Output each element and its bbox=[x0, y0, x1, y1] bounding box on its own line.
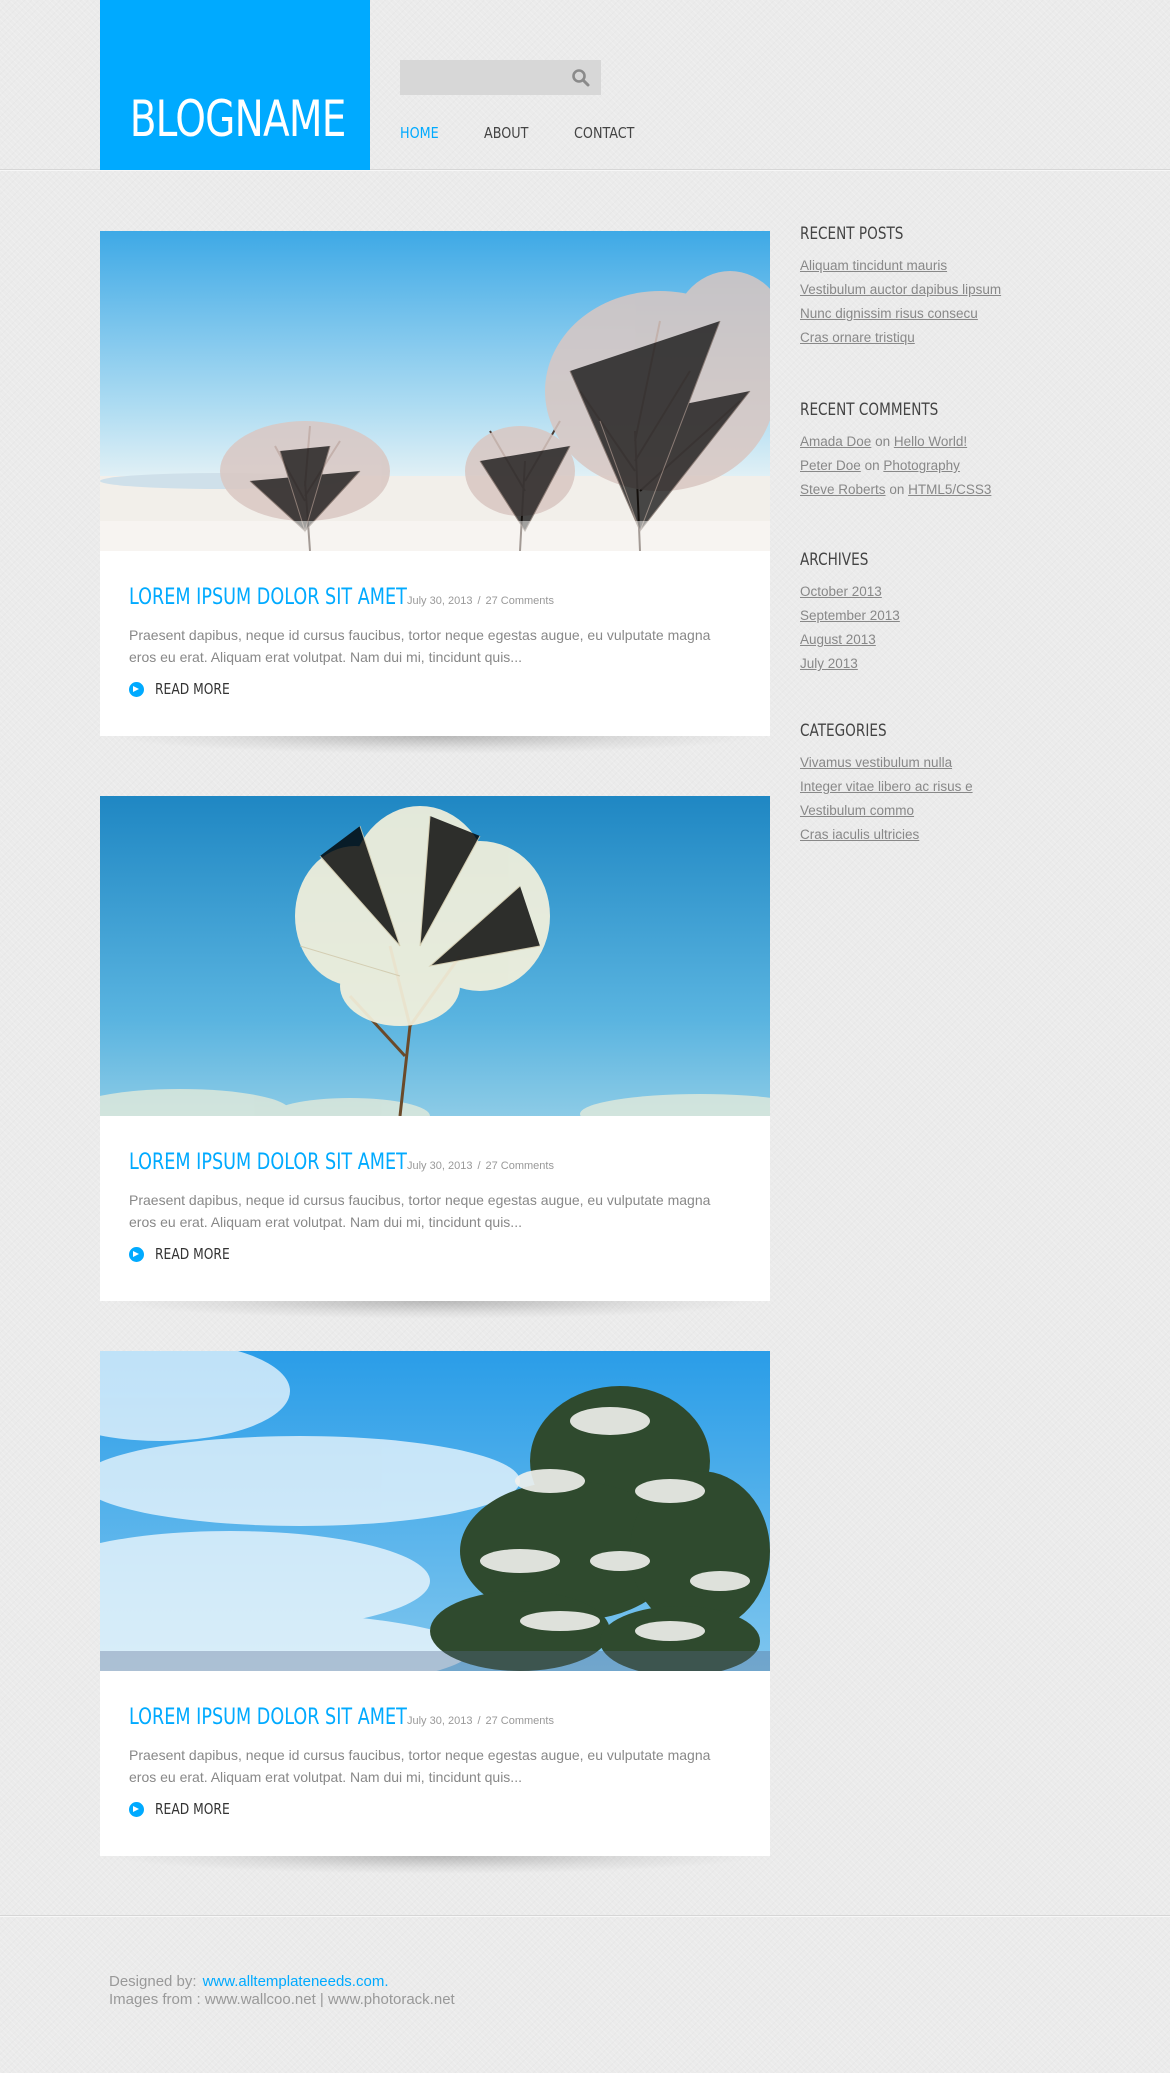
post-meta: July 30, 2013 / 27 Comments bbox=[407, 1160, 554, 1172]
post-excerpt: Praesent dapibus, neque id cursus faucib… bbox=[129, 1192, 711, 1230]
post-excerpt: Praesent dapibus, neque id cursus faucib… bbox=[129, 1747, 711, 1785]
post-body: LOREM IPSUM DOLOR SIT AMET July 30, 2013… bbox=[100, 551, 770, 736]
comment-author-link[interactable]: Peter Doe bbox=[800, 458, 861, 473]
comment-author-link[interactable]: Amada Doe bbox=[800, 434, 871, 449]
post-image[interactable] bbox=[100, 1351, 770, 1671]
post-card: LOREM IPSUM DOLOR SIT AMET July 30, 2013… bbox=[100, 231, 770, 736]
archive-link[interactable]: October 2013 bbox=[800, 584, 882, 599]
read-more-link[interactable]: READ MORE bbox=[129, 1245, 741, 1263]
category-link[interactable]: Vestibulum commo bbox=[800, 803, 914, 818]
post-image[interactable] bbox=[100, 796, 770, 1116]
recent-posts-widget: RECENT POSTS Aliquam tincidunt mauris Ve… bbox=[800, 224, 1100, 350]
logo[interactable]: BLOGNAME bbox=[100, 0, 370, 170]
meta-separator: / bbox=[477, 1715, 481, 1727]
post-title[interactable]: LOREM IPSUM DOLOR SIT AMET bbox=[129, 585, 407, 610]
categories-widget: CATEGORIES Vivamus vestibulum nulla Inte… bbox=[800, 721, 1100, 847]
archive-link[interactable]: August 2013 bbox=[800, 632, 876, 647]
post-excerpt: Praesent dapibus, neque id cursus faucib… bbox=[129, 627, 711, 665]
post-body: LOREM IPSUM DOLOR SIT AMET July 30, 2013… bbox=[100, 1671, 770, 1856]
comment-post-link[interactable]: Hello World! bbox=[894, 434, 967, 449]
logo-text: BLOGNAME bbox=[129, 90, 347, 148]
recent-post-link[interactable]: Cras ornare tristiqu bbox=[800, 330, 915, 345]
post-comments[interactable]: 27 Comments bbox=[486, 595, 554, 607]
post-body: LOREM IPSUM DOLOR SIT AMET July 30, 2013… bbox=[100, 1116, 770, 1301]
read-more-link[interactable]: READ MORE bbox=[129, 1800, 741, 1818]
post-title[interactable]: LOREM IPSUM DOLOR SIT AMET bbox=[129, 1705, 407, 1730]
site-header: BLOGNAME HOME ABOUT CONTACT bbox=[0, 0, 1170, 170]
site-footer: Designed by: www.alltemplateneeds.com. Im… bbox=[0, 1915, 1170, 2073]
comment-connector: on bbox=[864, 458, 880, 473]
post-meta: July 30, 2013 / 27 Comments bbox=[407, 1715, 554, 1727]
post-date: July 30, 2013 bbox=[407, 595, 473, 607]
post-meta: July 30, 2013 / 27 Comments bbox=[407, 595, 554, 607]
category-link[interactable]: Cras iaculis ultricies bbox=[800, 827, 919, 842]
post-shadow bbox=[110, 736, 760, 754]
comment-author-link[interactable]: Steve Roberts bbox=[800, 482, 886, 497]
nav-home[interactable]: HOME bbox=[400, 124, 439, 146]
designer-link[interactable]: www.alltemplateneeds.com. bbox=[203, 1973, 389, 1990]
read-more-label: READ MORE bbox=[155, 1245, 230, 1263]
arrow-circle-icon bbox=[129, 1801, 144, 1817]
footer-credits: Designed by: www.alltemplateneeds.com. bbox=[109, 1973, 388, 1990]
post-comments[interactable]: 27 Comments bbox=[486, 1715, 554, 1727]
post-comments[interactable]: 27 Comments bbox=[486, 1160, 554, 1172]
main-nav: HOME ABOUT CONTACT bbox=[400, 124, 683, 146]
footer-image-credits: Images from : www.wallcoo.net | www.phot… bbox=[109, 1991, 455, 2008]
meta-separator: / bbox=[477, 1160, 481, 1172]
archives-widget: ARCHIVES October 2013 September 2013 Aug… bbox=[800, 550, 1100, 676]
post-shadow bbox=[110, 1856, 760, 1874]
comment-post-link[interactable]: Photography bbox=[883, 458, 960, 473]
widget-title: RECENT COMMENTS bbox=[800, 400, 939, 420]
category-link[interactable]: Integer vitae libero ac risus e bbox=[800, 779, 973, 794]
nav-about[interactable]: ABOUT bbox=[484, 124, 528, 146]
post-image[interactable] bbox=[100, 231, 770, 551]
comment-connector: on bbox=[889, 482, 905, 497]
arrow-circle-icon bbox=[129, 1246, 144, 1262]
designed-by-label: Designed by: bbox=[109, 1973, 197, 1990]
post-card: LOREM IPSUM DOLOR SIT AMET July 30, 2013… bbox=[100, 796, 770, 1301]
post-shadow bbox=[110, 1301, 760, 1319]
recent-post-link[interactable]: Nunc dignissim risus consecu bbox=[800, 306, 978, 321]
archive-link[interactable]: July 2013 bbox=[800, 656, 858, 671]
search-input[interactable] bbox=[400, 60, 601, 95]
recent-post-link[interactable]: Vestibulum auctor dapibus lipsum bbox=[800, 282, 1001, 297]
meta-separator: / bbox=[477, 595, 481, 607]
post-date: July 30, 2013 bbox=[407, 1715, 473, 1727]
read-more-label: READ MORE bbox=[155, 1800, 230, 1818]
read-more-link[interactable]: READ MORE bbox=[129, 680, 741, 698]
widget-title: ARCHIVES bbox=[800, 550, 869, 570]
post-date: July 30, 2013 bbox=[407, 1160, 473, 1172]
widget-title: CATEGORIES bbox=[800, 721, 887, 741]
post-card: LOREM IPSUM DOLOR SIT AMET July 30, 2013… bbox=[100, 1351, 770, 1856]
read-more-label: READ MORE bbox=[155, 680, 230, 698]
category-link[interactable]: Vivamus vestibulum nulla bbox=[800, 755, 952, 770]
search-icon[interactable] bbox=[571, 68, 591, 88]
post-title[interactable]: LOREM IPSUM DOLOR SIT AMET bbox=[129, 1150, 407, 1175]
widget-title: RECENT POSTS bbox=[800, 224, 904, 244]
recent-comments-widget: RECENT COMMENTS Amada Doe on Hello World… bbox=[800, 400, 1100, 502]
recent-post-link[interactable]: Aliquam tincidunt mauris bbox=[800, 258, 947, 273]
comment-post-link[interactable]: HTML5/CSS3 bbox=[908, 482, 991, 497]
arrow-circle-icon bbox=[129, 681, 144, 697]
comment-connector: on bbox=[875, 434, 891, 449]
archive-link[interactable]: September 2013 bbox=[800, 608, 900, 623]
nav-contact[interactable]: CONTACT bbox=[574, 124, 634, 146]
